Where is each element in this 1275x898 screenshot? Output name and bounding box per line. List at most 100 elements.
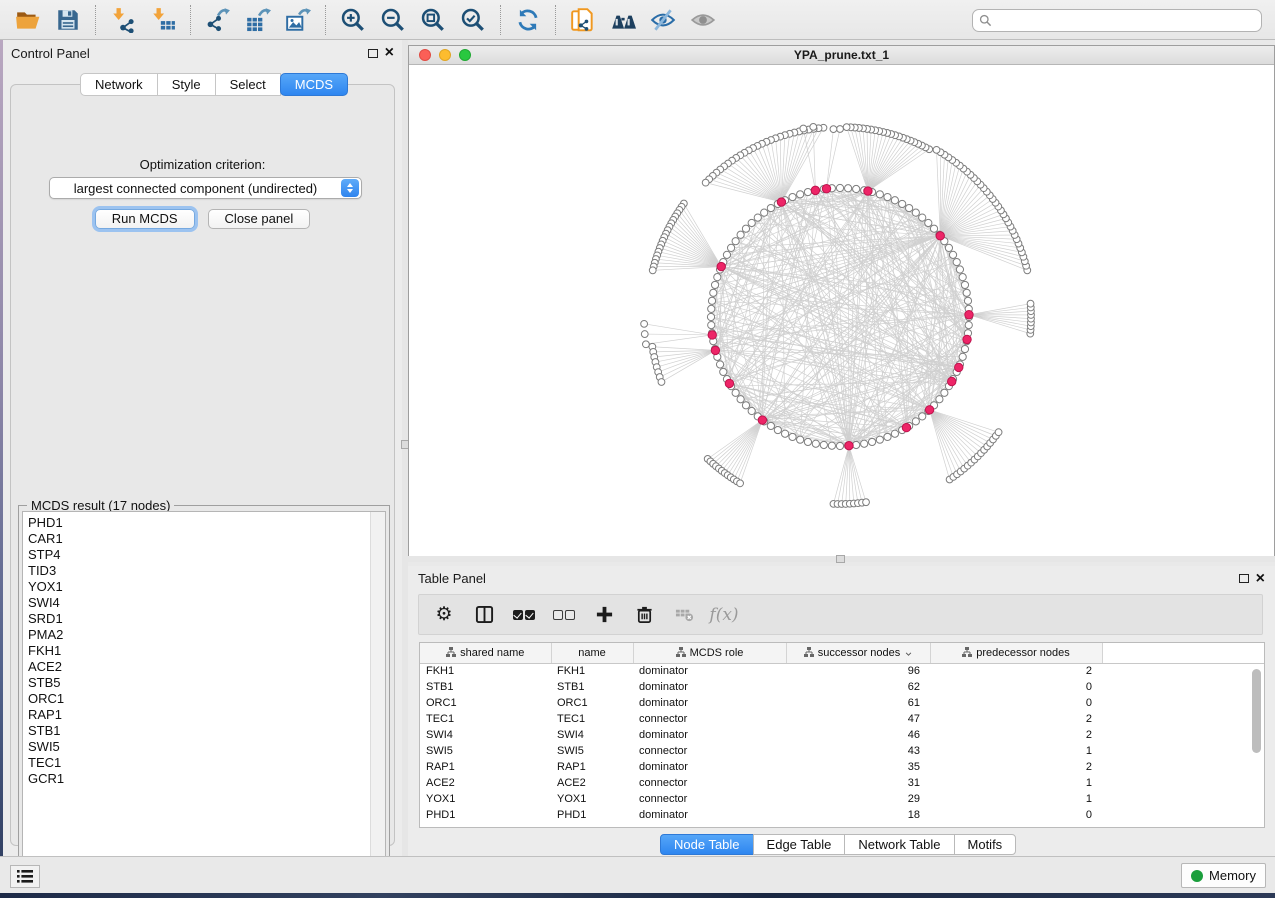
horizontal-splitter[interactable] <box>408 556 1275 562</box>
mcds-result-item[interactable]: RAP1 <box>28 707 365 723</box>
table-cell: 29 <box>786 791 930 807</box>
table-scrollbar-thumb[interactable] <box>1252 669 1261 753</box>
column-header-shared-name[interactable]: shared name <box>420 643 551 663</box>
table-row[interactable]: ACE2ACE2connector311 <box>420 775 1264 791</box>
checked-box-icon <box>525 610 535 620</box>
tab-style[interactable]: Style <box>157 73 216 96</box>
run-mcds-button[interactable]: Run MCDS <box>95 209 195 229</box>
select-all-button[interactable] <box>511 602 537 628</box>
show-graphics-details-button[interactable] <box>683 4 723 36</box>
table-row[interactable]: TEC1TEC1connector472 <box>420 711 1264 727</box>
column-header-name[interactable]: name <box>551 643 633 663</box>
table-row[interactable]: PHD1PHD1dominator180 <box>420 807 1264 823</box>
table-row[interactable]: FKH1FKH1dominator962 <box>420 663 1264 679</box>
table-settings-button[interactable]: ⚙ <box>431 602 457 628</box>
zoom-in-button[interactable] <box>333 4 373 36</box>
delete-table-button-disabled <box>671 602 697 628</box>
network-canvas[interactable] <box>409 65 1274 560</box>
close-panel-icon[interactable]: × <box>1256 574 1265 584</box>
search-input[interactable] <box>996 14 1261 28</box>
table-row[interactable]: SWI4SWI4dominator462 <box>420 727 1264 743</box>
table-row[interactable]: ORC1ORC1dominator610 <box>420 695 1264 711</box>
save-session-button[interactable] <box>48 4 88 36</box>
mcds-result-item[interactable]: STB5 <box>28 675 365 691</box>
mcds-result-item[interactable]: PHD1 <box>28 515 365 531</box>
export-table-button[interactable] <box>238 4 278 36</box>
float-panel-icon[interactable] <box>368 49 378 58</box>
table-cell-filler <box>1102 743 1264 759</box>
zoom-selected-button[interactable] <box>453 4 493 36</box>
task-history-button[interactable] <box>10 865 40 888</box>
splitter-handle[interactable] <box>836 555 845 563</box>
table-cell: 35 <box>786 759 930 775</box>
eye-slash-icon <box>650 7 676 33</box>
mcds-result-item[interactable]: CAR1 <box>28 531 365 547</box>
mcds-result-item[interactable]: SRD1 <box>28 611 365 627</box>
table-row[interactable]: STB1STB1dominator620 <box>420 679 1264 695</box>
deselect-all-button[interactable] <box>551 602 577 628</box>
mcds-result-item[interactable]: PMA2 <box>28 627 365 643</box>
memory-button[interactable]: Memory <box>1181 863 1266 888</box>
first-neighbors-button[interactable] <box>603 4 643 36</box>
table-cell-filler <box>1102 663 1264 679</box>
refresh-view-button[interactable] <box>508 4 548 36</box>
mcds-result-item[interactable]: TID3 <box>28 563 365 579</box>
mcds-result-item[interactable]: STB1 <box>28 723 365 739</box>
column-header-predecessor-nodes[interactable]: predecessor nodes <box>930 643 1102 663</box>
close-panel-button[interactable]: Close panel <box>208 209 311 229</box>
delete-column-button[interactable] <box>631 602 657 628</box>
table-cell: 61 <box>786 695 930 711</box>
column-header-successor-nodes[interactable]: successor nodes <box>786 643 930 663</box>
table-cell: PHD1 <box>420 807 551 823</box>
toggle-column-view-button[interactable] <box>471 602 497 628</box>
tab-mcds[interactable]: MCDS <box>280 73 348 96</box>
export-image-button[interactable] <box>278 4 318 36</box>
mcds-result-scrollbar[interactable] <box>370 512 385 874</box>
table-cell: 47 <box>786 711 930 727</box>
mcds-result-listbox[interactable]: PHD1CAR1STP4TID3YOX1SWI4SRD1PMA2FKH1ACE2… <box>22 511 386 875</box>
tab-network[interactable]: Network <box>80 73 158 96</box>
mcds-result-item[interactable]: ORC1 <box>28 691 365 707</box>
import-network-button[interactable] <box>103 4 143 36</box>
table-cell: 2 <box>930 727 1102 743</box>
export-network-button[interactable] <box>198 4 238 36</box>
tab-edge-table[interactable]: Edge Table <box>753 834 846 855</box>
table-header-row: shared name name MCDS role successor nod… <box>420 643 1264 663</box>
share-network-button[interactable] <box>563 4 603 36</box>
close-panel-icon[interactable]: × <box>385 48 394 58</box>
status-bar: Memory <box>0 856 1275 893</box>
network-window-titlebar[interactable]: YPA_prune.txt_1 <box>409 46 1274 65</box>
table-cell-filler <box>1102 791 1264 807</box>
mcds-result-item[interactable]: TEC1 <box>28 755 365 771</box>
add-column-button[interactable] <box>591 602 617 628</box>
zoom-fit-button[interactable] <box>413 4 453 36</box>
function-builder-disabled: f(x) <box>711 602 737 628</box>
tab-network-table[interactable]: Network Table <box>844 834 954 855</box>
table-row[interactable]: RAP1RAP1dominator352 <box>420 759 1264 775</box>
table-cell: ORC1 <box>420 695 551 711</box>
table-row[interactable]: YOX1YOX1connector291 <box>420 791 1264 807</box>
hide-selected-button[interactable] <box>643 4 683 36</box>
zoom-out-button[interactable] <box>373 4 413 36</box>
table-cell: 2 <box>930 663 1102 679</box>
mcds-result-item[interactable]: STP4 <box>28 547 365 563</box>
search-field[interactable] <box>972 9 1262 32</box>
table-row[interactable]: SWI5SWI5connector431 <box>420 743 1264 759</box>
float-panel-icon[interactable] <box>1239 574 1249 583</box>
mcds-result-item[interactable]: SWI4 <box>28 595 365 611</box>
mcds-result-item[interactable]: GCR1 <box>28 771 365 787</box>
toolbar-separator <box>500 5 501 35</box>
import-table-button[interactable] <box>143 4 183 36</box>
open-folder-icon <box>15 7 41 33</box>
zoom-fit-icon <box>420 7 446 33</box>
criterion-dropdown[interactable]: largest connected component (undirected) <box>49 177 362 199</box>
open-session-button[interactable] <box>8 4 48 36</box>
mcds-result-item[interactable]: FKH1 <box>28 643 365 659</box>
column-header-mcds-role[interactable]: MCDS role <box>633 643 786 663</box>
tab-select[interactable]: Select <box>215 73 281 96</box>
mcds-result-item[interactable]: YOX1 <box>28 579 365 595</box>
mcds-result-item[interactable]: ACE2 <box>28 659 365 675</box>
mcds-result-item[interactable]: SWI5 <box>28 739 365 755</box>
tab-node-table[interactable]: Node Table <box>660 834 754 855</box>
tab-motifs[interactable]: Motifs <box>954 834 1017 855</box>
